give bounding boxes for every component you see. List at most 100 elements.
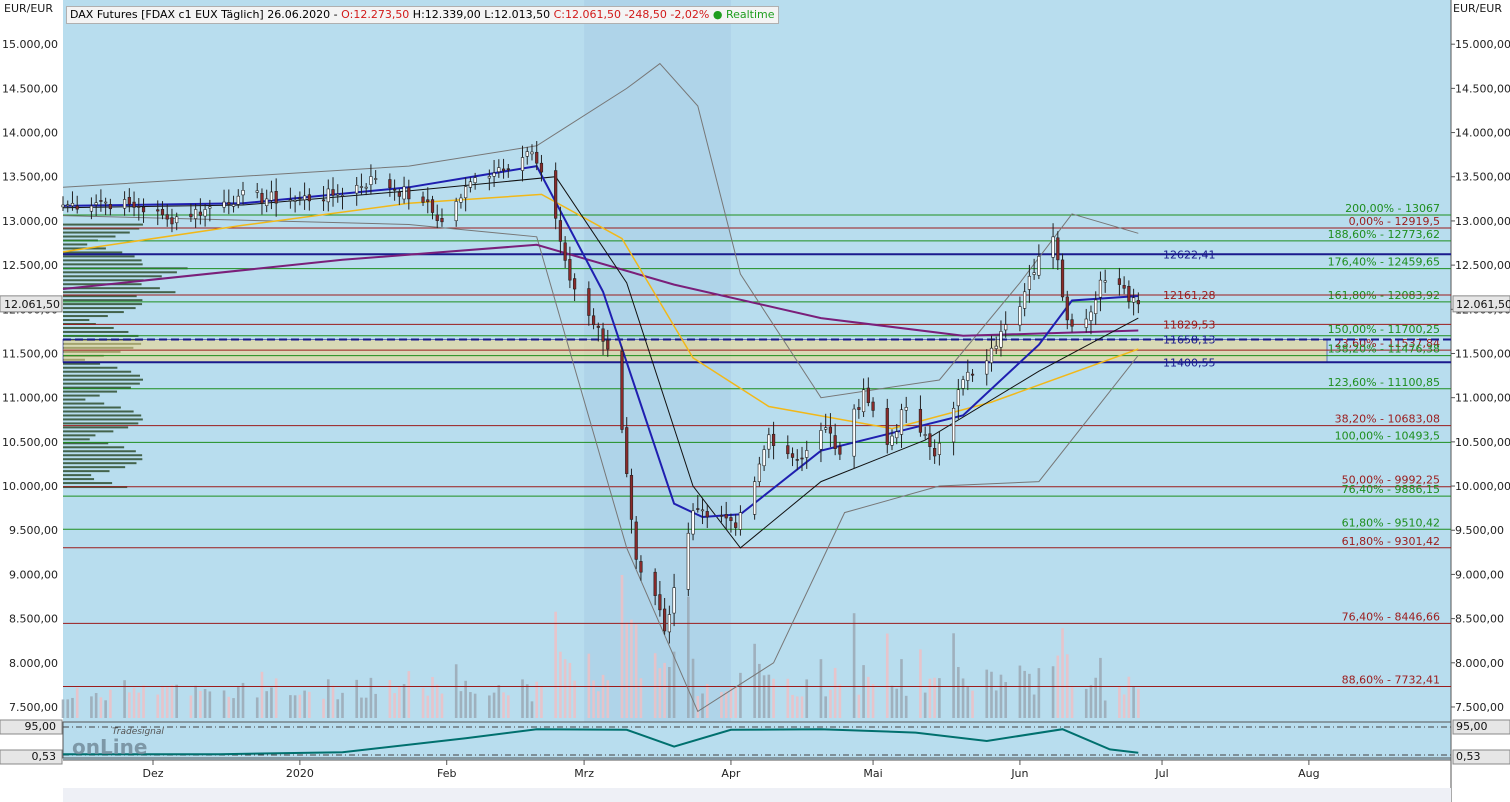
x-tick-label: Jun: [1010, 767, 1028, 780]
volume-bar: [904, 695, 908, 718]
price-chart[interactable]: 200,00% - 130670,00% - 12919,5188,60% - …: [0, 0, 1510, 802]
x-tick-label: Feb: [437, 767, 456, 780]
volume-bar: [1018, 665, 1022, 718]
price-mark-label: 12622,41: [1163, 248, 1216, 261]
x-tick-label: 2020: [286, 767, 314, 780]
candle-body: [734, 522, 738, 528]
candle-body: [189, 213, 193, 218]
y-tick-label-right: 8.500,00: [1455, 613, 1504, 626]
volume-bar: [331, 685, 335, 718]
volume-bar: [630, 619, 633, 718]
volume-bar: [857, 694, 861, 718]
volume-profile-bar: [63, 370, 132, 373]
candle-body: [573, 278, 577, 290]
volume-bar: [199, 690, 202, 718]
x-tick-label: Dez: [142, 767, 163, 780]
x-tick-label: Mai: [863, 767, 882, 780]
candle-body: [99, 200, 103, 202]
candle-body: [923, 434, 927, 436]
volume-profile-bar: [63, 462, 137, 465]
last-price-label-left: 12.061,50: [4, 298, 60, 311]
volume-profile-bar: [63, 402, 105, 405]
y-tick-label-right: 15.000,00: [1455, 38, 1510, 51]
candle-body: [269, 191, 274, 201]
candle-body: [1004, 324, 1008, 331]
candle-body: [1136, 300, 1140, 305]
candle-body: [568, 259, 572, 281]
fib-level-label: 76,40% - 8446,66: [1342, 610, 1440, 623]
candle-body: [535, 151, 539, 164]
volume-bar: [488, 695, 491, 718]
candle-body: [890, 435, 894, 446]
volume-bar: [928, 678, 932, 718]
volume-bar: [885, 633, 889, 718]
volume-profile-bar: [63, 414, 142, 417]
volume-bar: [1037, 668, 1041, 718]
volume-profile-bar: [63, 366, 118, 369]
volume-bar: [402, 684, 406, 718]
candle-body: [824, 427, 828, 430]
candle-body: [94, 202, 98, 205]
candle-body: [137, 206, 141, 208]
volume-profile-bar: [63, 319, 90, 322]
volume-bar: [805, 679, 809, 718]
volume-bar: [819, 659, 823, 718]
candle-body: [999, 331, 1003, 348]
fib-level-label: 100,00% - 10493,5: [1335, 429, 1440, 442]
last-price-label-right: 12.061,50: [1456, 298, 1510, 311]
y-tick-label-left: 10.500,00: [2, 436, 58, 449]
volume-bar: [303, 690, 306, 718]
fib-level-label: 188,60% - 12773,62: [1328, 228, 1440, 241]
volume-profile-bar: [63, 426, 129, 429]
candle-body: [227, 202, 231, 205]
candle-body: [89, 205, 94, 212]
candle-body: [899, 409, 904, 435]
candle-body: [70, 202, 75, 207]
candle-body: [156, 209, 160, 212]
candle-body: [904, 407, 908, 411]
candle-body: [355, 185, 359, 194]
close-change-value: C:12.061,50 -248,50 -2,02%: [553, 8, 710, 21]
volume-profile-bar: [63, 291, 176, 294]
volume-bar: [123, 680, 126, 718]
y-tick-label-right: 10.500,00: [1455, 436, 1510, 449]
candle-body: [331, 189, 335, 196]
fib-level-label: 200,00% - 13067: [1345, 202, 1440, 215]
candle-body: [236, 195, 240, 205]
volume-bar: [762, 675, 766, 718]
candle-body: [487, 176, 491, 179]
volume-bar: [189, 695, 193, 718]
volume-bar: [355, 679, 359, 718]
candle-body: [771, 433, 776, 446]
candle-body: [1103, 280, 1107, 283]
candle-body: [625, 427, 629, 474]
y-tick-label-left: 11.500,00: [2, 347, 58, 360]
volume-bar: [492, 692, 496, 718]
candle-body: [686, 532, 690, 590]
volume-profile-bar: [63, 275, 162, 278]
candle-body: [1060, 259, 1065, 298]
instrument-label: DAX Futures [FDAX c1 EUX Täglich] 26.06.…: [70, 8, 342, 21]
fib-level-label: 88,60% - 7732,41: [1342, 673, 1440, 686]
candle-body: [663, 608, 667, 632]
candle-body: [724, 514, 728, 519]
volume-bar: [540, 685, 543, 718]
volume-bar: [227, 696, 231, 718]
volume-bar: [800, 696, 804, 718]
y-tick-label-left: 10.000,00: [2, 480, 58, 493]
candle-body: [790, 453, 795, 458]
candle-body: [203, 209, 207, 217]
candle-body: [298, 197, 302, 200]
volume-profile-bar: [63, 263, 143, 266]
candle-body: [397, 192, 401, 197]
candle-body: [288, 199, 292, 202]
y-tick-label-right: 8.000,00: [1455, 657, 1504, 670]
candle-body: [208, 206, 212, 209]
candle-body: [951, 407, 956, 443]
realtime-indicator: ● Realtime: [712, 8, 775, 21]
volume-bar: [289, 695, 292, 718]
volume-bar: [132, 687, 136, 718]
volume-bar: [563, 659, 567, 718]
price-mark-label: 11400,55: [1163, 356, 1216, 369]
volume-bar: [208, 691, 212, 718]
